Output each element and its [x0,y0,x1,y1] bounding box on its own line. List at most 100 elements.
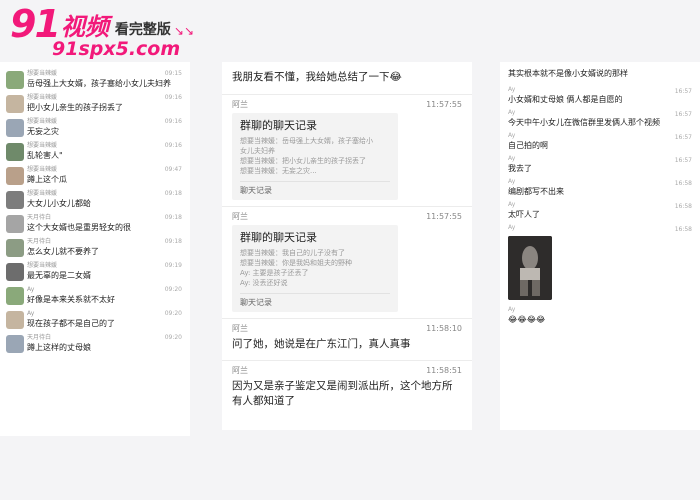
avatar[interactable] [6,95,24,113]
avatar[interactable] [6,191,24,209]
message-time: 16:58 [674,226,692,233]
message-time: 09:18 [164,238,182,245]
chat-message: 阿兰 11:58:10 问了她，她说是在广东江门，真人真事 [222,318,472,360]
avatar[interactable] [6,71,24,89]
chat-message: 想要当辣媛 09:18 大女儿小女儿都蛤 [0,188,190,212]
chat-message: 阿兰 11:58:51 因为又是亲子鉴定又是闹到派出所，这个地方所有人都知道了 [222,360,472,417]
card-preview-line: 想要当辣媛：我自己的儿子没有了 [240,249,345,257]
sender-name: Ay [508,306,516,313]
avatar[interactable] [6,335,24,353]
message-text: 😂😂😂😂 [508,315,546,324]
chat-message: 想要当辣媛 09:16 无妄之灾 [0,116,190,140]
message-text: 因为又是亲子鉴定又是闹到派出所，这个地方所有人都知道了 [232,380,453,407]
avatar[interactable] [6,263,24,281]
message-time: 09:20 [164,310,182,317]
message-time: 16:57 [674,111,692,118]
sender-name: 阿兰 [232,324,248,333]
chat-message: Ay 16:58 太吓人了 [500,201,700,224]
card-preview-line: Ay: 没丢还好说 [240,279,288,287]
message-text: 岳母强上大女婿，孩子塞给小女儿夫妇养 [27,79,171,88]
video-thumbnail[interactable] [508,236,552,300]
chat-message: Ay 09:20 好像是本来关系就不太好 [0,284,190,308]
message-time: 16:58 [674,180,692,187]
right-top-message: 其实根本就不是像小女婿说的那样 [508,69,628,78]
message-time: 16:58 [674,203,692,210]
watermark-number: 91 [10,2,61,46]
message-time: 09:16 [164,94,182,101]
message-text: 我去了 [508,164,532,173]
message-text: 太吓人了 [508,210,540,219]
message-time: 09:20 [164,334,182,341]
message-time: 16:57 [674,88,692,95]
chat-history-card[interactable]: 群聊的聊天记录想要当辣媛：岳母强上大女婿，孩子塞给小 女儿夫妇养 想要当辣媛：把小女… [232,113,398,200]
message-text: 最无辜的是二女婿 [27,271,91,280]
chat-message: 想要当辣媛 09:19 最无辜的是二女婿 [0,260,190,284]
message-text: 现在孩子都不是自己的了 [27,319,115,328]
sender-name: Ay [508,109,516,116]
chat-message: Ay 09:20 现在孩子都不是自己的了 [0,308,190,332]
chat-message: Ay 😂😂😂😂 [500,306,700,329]
chat-message: Ay 16:57 我去了 [500,155,700,178]
card-footer: 聊天记录 [240,293,390,308]
message-text: 这个大女婿也是重男轻女的很 [27,223,131,232]
avatar[interactable] [6,119,24,137]
message-text: 无妄之灾 [27,127,59,136]
message-time: 11:58:10 [426,324,462,333]
chat-message: 想要当辣媛 09:47 蹲上这个瓜 [0,164,190,188]
message-header: 阿兰 11:57:55 [232,211,462,223]
avatar[interactable] [6,143,24,161]
sender-name: Ay [508,224,516,231]
sender-name: Ay [508,178,516,185]
message-time: 09:18 [164,214,182,221]
chat-message: Ay 16:57 自己拍的啊 [500,132,700,155]
message-text: 大女儿小女儿都蛤 [27,199,91,208]
message-text: 蹲上这个瓜 [27,175,67,184]
right-chat-screenshot: 其实根本就不是像小女婿说的那样 Ay 16:57 小女婿和丈母娘 俩人都是自愿的 Ay… [500,62,700,430]
middle-top-message: 我朋友看不懂，我给她总结了一下😂 [232,71,402,83]
video-figure-icon [508,236,552,300]
avatar[interactable] [6,239,24,257]
chat-message: 阿兰 11:57:55 群聊的聊天记录 想要当辣媛：我自己的儿子没有了 想要当辣媛：你是… [222,206,472,318]
card-preview-line: 想要当辣媛：无妄之灾... [240,167,317,175]
message-time: 09:15 [164,70,182,77]
watermark-logo: 91 视频 看完整版 ↘↘ 91spx5.com [10,2,194,60]
message-time: 11:57:55 [426,100,462,109]
sender-name: Ay [508,132,516,139]
message-time: 09:16 [164,118,182,125]
message-time: 16:57 [674,134,692,141]
sender-name: 阿兰 [232,212,248,221]
card-title: 群聊的聊天记录 [240,119,317,132]
avatar[interactable] [6,311,24,329]
message-text: 今天中午小女儿在微信群里发俩人那个视频 [508,118,660,127]
card-preview-line: Ay: 主要是孩子还丢了 [240,269,309,277]
chat-message: 想要当辣媛 09:16 把小女儿亲生的孩子拐丢了 [0,92,190,116]
message-time: 16:57 [674,157,692,164]
chat-message: 天月待白 09:20 蹲上这样的丈母娘 [0,332,190,356]
message-text: 问了她，她说是在广东江门，真人真事 [232,338,411,350]
chat-message: Ay 16:57 今天中午小女儿在微信群里发俩人那个视频 [500,109,700,132]
chat-message: Ay 16:58 编剧都写不出来 [500,178,700,201]
chat-message: Ay 16:58 [500,224,700,306]
message-text: 好像是本来关系就不太好 [27,295,115,304]
chat-history-card[interactable]: 群聊的聊天记录 想要当辣媛：我自己的儿子没有了 想要当辣媛：你是我妈和姐夫的野种 Ay… [232,225,398,312]
chat-message: 天月待白 09:18 怎么女儿就不要养了 [0,236,190,260]
message-time: 11:57:55 [426,212,462,221]
card-preview-line: 想要当辣媛：把小女儿亲生的孩子拐丢了 [240,157,366,165]
sender-name: Ay [508,201,516,208]
watermark-url: 91spx5.com [52,38,181,60]
chat-message: 想要当辣媛 09:16 乱轮害人" [0,140,190,164]
card-preview: 想要当辣媛：我自己的儿子没有了 想要当辣媛：你是我妈和姐夫的野种 Ay: 主要是孩子… [240,248,390,288]
avatar[interactable] [6,167,24,185]
message-header: 阿兰 11:58:51 [232,365,462,377]
card-preview: 想要当辣媛：岳母强上大女婿，孩子塞给小 女儿夫妇养 想要当辣媛：把小女儿亲生的孩子拐… [240,136,390,176]
chat-message: 天月待白 09:18 这个大女婿也是重男轻女的很 [0,212,190,236]
avatar[interactable] [6,287,24,305]
message-time: 09:18 [164,190,182,197]
avatar[interactable] [6,215,24,233]
sender-name: 阿兰 [232,366,248,375]
message-text: 编剧都写不出来 [508,187,564,196]
message-text: 小女婿和丈母娘 俩人都是自愿的 [508,95,623,104]
chat-message: 阿兰 11:57:55 群聊的聊天记录 想要当辣媛：岳母强上大女婿，孩子塞给小 女儿夫妇… [222,94,472,206]
message-time: 11:58:51 [426,366,462,375]
card-preview-line: 想要当辣媛：岳母强上大女婿，孩子塞给小 [240,137,373,145]
